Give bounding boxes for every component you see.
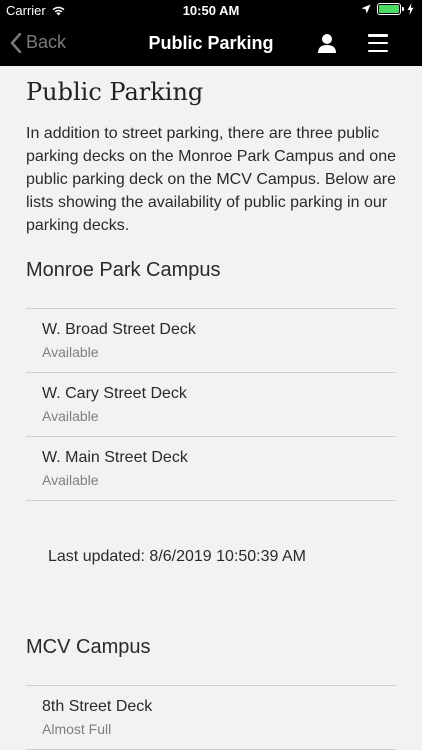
list-item[interactable]: W. Cary Street Deck Available (26, 373, 396, 437)
status-right (361, 3, 414, 15)
deck-list-monroe: W. Broad Street Deck Available W. Cary S… (26, 308, 396, 501)
menu-icon[interactable] (368, 34, 388, 52)
page-title: Public Parking (26, 78, 204, 106)
charging-icon (407, 3, 414, 15)
deck-name: W. Main Street Deck (42, 449, 188, 466)
list-item[interactable]: W. Broad Street Deck Available (26, 309, 396, 373)
battery-icon (377, 3, 404, 15)
intro-text: In addition to street parking, there are… (26, 125, 396, 234)
deck-status: Available (42, 472, 99, 488)
list-item[interactable]: 8th Street Deck Almost Full (26, 686, 396, 750)
user-icon[interactable] (316, 32, 338, 54)
clock: 10:50 AM (182, 3, 240, 18)
nav-title: Public Parking (148, 33, 274, 53)
deck-status: Almost Full (42, 721, 112, 737)
deck-name: 8th Street Deck (42, 698, 153, 715)
list-item[interactable]: W. Main Street Deck Available (26, 437, 396, 501)
deck-status: Available (42, 408, 99, 424)
location-icon (361, 4, 371, 14)
deck-name: W. Broad Street Deck (42, 321, 196, 338)
header: Carrier 10:50 AM Back Public Parking (0, 0, 422, 66)
deck-name: W. Cary Street Deck (42, 385, 187, 402)
mcv-section: MCV Campus 8th Street Deck Almost Full (26, 636, 396, 750)
status-bar: Carrier 10:50 AM (0, 0, 422, 22)
section-title-mcv: MCV Campus (26, 636, 151, 658)
section-title-monroe: Monroe Park Campus (26, 259, 221, 281)
last-updated: Last updated: 8/6/2019 10:50:39 AM (48, 548, 306, 565)
deck-list-mcv: 8th Street Deck Almost Full (26, 685, 396, 750)
main-content: Public Parking In addition to street par… (0, 66, 422, 750)
deck-status: Available (42, 344, 99, 360)
nav-bar: Back Public Parking (0, 22, 422, 66)
